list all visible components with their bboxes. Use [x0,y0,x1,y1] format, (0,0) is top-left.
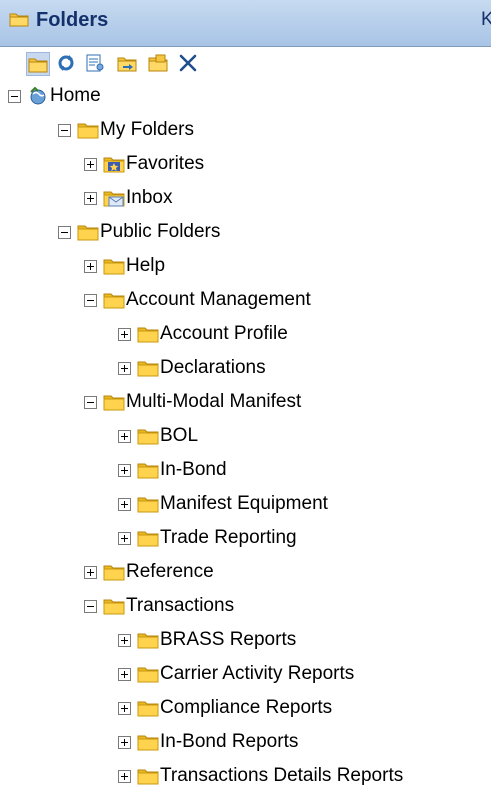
folder-icon [137,495,159,513]
folder-icon [103,291,125,309]
copy-folder-button[interactable] [147,52,171,76]
tree-node[interactable]: Favorites [84,147,204,181]
collapse-icon[interactable] [58,225,71,239]
expand-icon[interactable] [118,463,131,477]
tree-node[interactable]: Reference [84,555,214,589]
tree-node-label: Account Management [126,289,311,310]
panel-header: Folders K [0,0,491,47]
expand-icon[interactable] [118,429,131,443]
folder-icon [103,563,125,581]
tree-node[interactable]: Manifest Equipment [118,487,328,521]
folder-icon [137,631,159,649]
tree-node-label: Help [126,255,166,276]
tree-node[interactable]: Public Folders [58,215,220,249]
expand-icon[interactable] [118,667,131,681]
new-folder-button[interactable] [26,52,50,76]
folder-icon [137,359,159,377]
tree-node[interactable]: Trade Reporting [118,521,297,555]
expand-icon[interactable] [84,259,97,273]
folder-icon [9,11,29,33]
folder-icon [137,529,159,547]
tree-node-label: Inbox [126,187,173,208]
tree-node-label: Transactions Details Reports [160,765,404,786]
tree-node-label: Account Profile [160,323,288,344]
folder-icon [137,325,159,343]
tree-node[interactable]: Inbox [84,181,172,215]
tree-node[interactable]: In-Bond Reports [118,725,298,759]
inbox-icon [103,189,125,207]
expand-icon[interactable] [118,633,131,647]
tree-node-label: Manifest Equipment [160,493,328,514]
panel-title: Folders [36,9,109,31]
tree-node[interactable]: Transactions Details Reports [118,759,403,793]
tree-node-label: Reference [126,561,214,582]
tree-node[interactable]: Account Management [84,283,311,317]
tree-node-label: Multi-Modal Manifest [126,391,302,412]
tree-node[interactable]: BRASS Reports [118,623,296,657]
tree-node-label: Trade Reporting [160,527,297,548]
move-folder-button[interactable] [116,52,140,76]
folder-icon [103,257,125,275]
expand-icon[interactable] [118,701,131,715]
collapse-icon[interactable] [84,395,97,409]
folder-icon [103,393,125,411]
properties-button[interactable] [84,52,108,76]
expand-icon[interactable] [118,327,131,341]
folder-icon [137,665,159,683]
home-icon [27,87,49,105]
delete-button[interactable] [177,52,201,76]
folder-icon [103,597,125,615]
tree-node-label: Transactions [126,595,235,616]
folder-icon [137,767,159,785]
folder-icon [77,223,99,241]
tree-node[interactable]: Compliance Reports [118,691,332,725]
folder-icon [137,733,159,751]
tree-node-label: Public Folders [100,221,221,242]
tree-node[interactable]: Multi-Modal Manifest [84,385,301,419]
expand-icon[interactable] [84,565,97,579]
folder-toolbar [0,47,491,79]
expand-icon[interactable] [84,191,97,205]
collapse-icon[interactable] [8,89,21,103]
folder-icon [137,699,159,717]
folder-icon [77,121,99,139]
favorites-icon [103,155,125,173]
expand-icon[interactable] [118,497,131,511]
tree-node-label: In-Bond [160,459,227,480]
tree-node[interactable]: In-Bond [118,453,227,487]
expand-icon[interactable] [84,157,97,171]
panel-title-extra: K [481,9,491,30]
expand-icon[interactable] [118,531,131,545]
tree-node[interactable]: Carrier Activity Reports [118,657,354,691]
tree-node-label: Home [50,85,101,106]
collapse-icon[interactable] [58,123,71,137]
tree-node[interactable]: My Folders [58,113,194,147]
tree-node[interactable]: Account Profile [118,317,288,351]
folder-icon [137,427,159,445]
tree-node-label: In-Bond Reports [160,731,299,752]
folder-icon [137,461,159,479]
tree-node-label: Declarations [160,357,266,378]
tree-node[interactable]: Help [84,249,165,283]
expand-icon[interactable] [118,735,131,749]
expand-icon[interactable] [118,361,131,375]
collapse-icon[interactable] [84,599,97,613]
expand-icon[interactable] [118,769,131,783]
tree-node-label: Carrier Activity Reports [160,663,355,684]
collapse-icon[interactable] [84,293,97,307]
refresh-button[interactable] [55,52,79,76]
tree-node-label: My Folders [100,119,194,140]
tree-node-label: BRASS Reports [160,629,297,650]
tree-node[interactable]: BOL [118,419,198,453]
tree-node-label: Favorites [126,153,205,174]
tree-node[interactable]: Home [8,79,101,113]
tree-node[interactable]: Transactions [84,589,234,623]
tree-node-label: BOL [160,425,199,446]
tree-node[interactable]: Declarations [118,351,266,385]
tree-node-label: Compliance Reports [160,697,333,718]
